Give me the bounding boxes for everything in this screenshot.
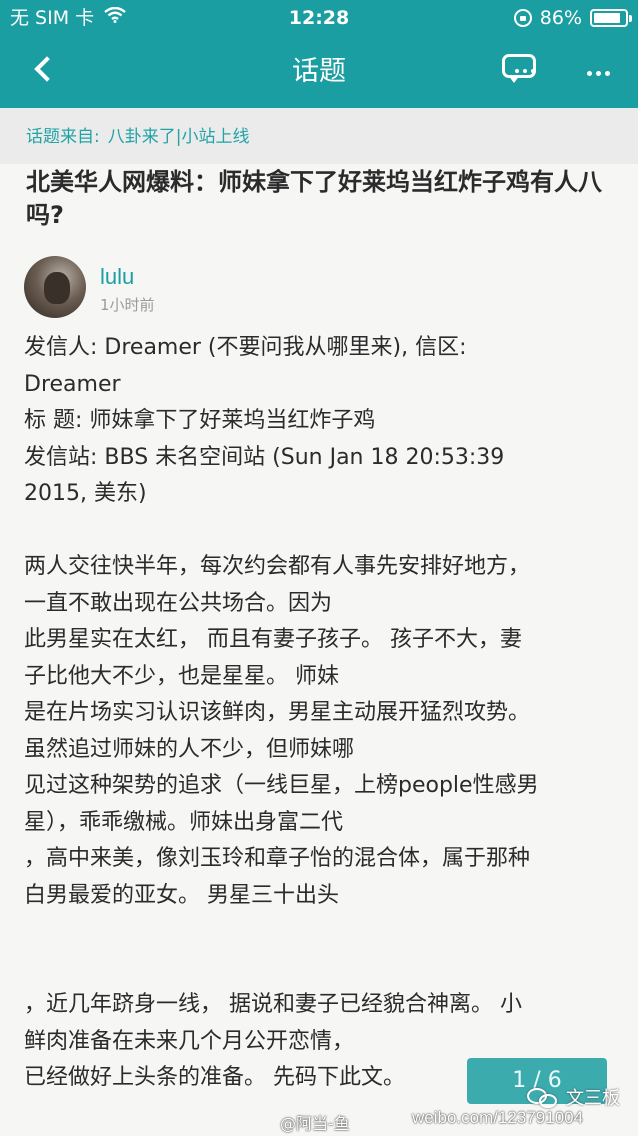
status-bar: 无 SIM 卡 12:28 86% [0, 0, 638, 36]
post-line: ，高中来美，像刘玉玲和章子怡的混合体，属于那种 [24, 846, 531, 871]
more-dot [586, 70, 592, 76]
post-time: 1小时前 [100, 296, 155, 314]
watermark-brand: 文三板 [566, 1088, 620, 1109]
post-line: 鲜肉准备在未来几个月公开恋情， [24, 1028, 355, 1054]
post-line: ，近几年跻身一线， 据说和妻子已经貌合神离。 小 [24, 992, 522, 1017]
more-button[interactable] [582, 58, 614, 88]
post-body: 发信人: Dreamer (不要问我从哪里来), 信区: Dreamer 标 题: … [24, 330, 624, 1097]
page-title: 话题 [292, 56, 346, 87]
post-line: 2015, 美东) [24, 481, 147, 506]
post-line: 白男最爱的亚女。 男星三十出头 [24, 882, 339, 908]
rotation-lock-icon [513, 9, 532, 27]
post-line [24, 513, 624, 550]
watermark-user: @阿当-鱼 [280, 1114, 350, 1133]
avatar[interactable] [24, 256, 86, 318]
post-line: 两人交往快半年，每次约会都有人事先安排好地方， [24, 554, 531, 579]
topic-title: 北美华人网爆料：师妹拿下了好莱坞当红炸子鸡有人八吗? [26, 168, 602, 229]
author-name[interactable]: lulu [100, 264, 134, 290]
nav-bar: 话题 [0, 36, 638, 108]
post-line: 发信站: BBS 未名空间站 (Sun Jan 18 20:53:39 [24, 444, 505, 470]
topic-source-bar[interactable]: 话题来自: 八卦来了|小站上线 [0, 108, 638, 164]
battery-icon [590, 9, 632, 27]
app-header: 无 SIM 卡 12:28 86% 话题 [0, 0, 638, 108]
post-line: 标 题: 师妹拿下了好莱坞当红炸子鸡 [24, 408, 376, 433]
post-line: 是在片场实习认识该鲜肉，男星主动展开猛烈攻势。 [24, 700, 531, 725]
status-right: 86% [513, 0, 632, 36]
post-line: 子比他大不少，也是星星。 师妹 [24, 663, 339, 689]
topic-source-link[interactable]: 八卦来了|小站上线 [108, 127, 250, 147]
post-line: 此男星实在太红， 而且有妻子孩子。 孩子不大，妻 [24, 627, 522, 652]
comment-tail [508, 75, 520, 83]
comment-button[interactable] [500, 52, 540, 86]
more-dot [595, 70, 601, 76]
post-line [24, 914, 624, 951]
topic-source-label: 话题来自: [26, 127, 100, 147]
post-line: 一直不敢出现在公共场合。因为 [24, 590, 333, 616]
battery-fill [594, 13, 620, 23]
comment-dots [515, 69, 535, 73]
battery-percent: 86% [539, 7, 582, 29]
more-dot [604, 70, 610, 76]
watermark-site: weibo.com/123791004 [412, 1108, 584, 1127]
post-line [24, 951, 624, 988]
post-line: 发信人: Dreamer (不要问我从哪里来), 信区: [24, 335, 467, 360]
post-line: Dreamer [24, 371, 121, 397]
post-line: 虽然追过师妹的人不少，但师妹哪 [24, 736, 355, 762]
post-line: 见过这种架势的追求（一线巨星，上榜people性感男 [24, 773, 539, 798]
post-line: 星），乖乖缴械。师妹出身富二代 [24, 809, 344, 835]
